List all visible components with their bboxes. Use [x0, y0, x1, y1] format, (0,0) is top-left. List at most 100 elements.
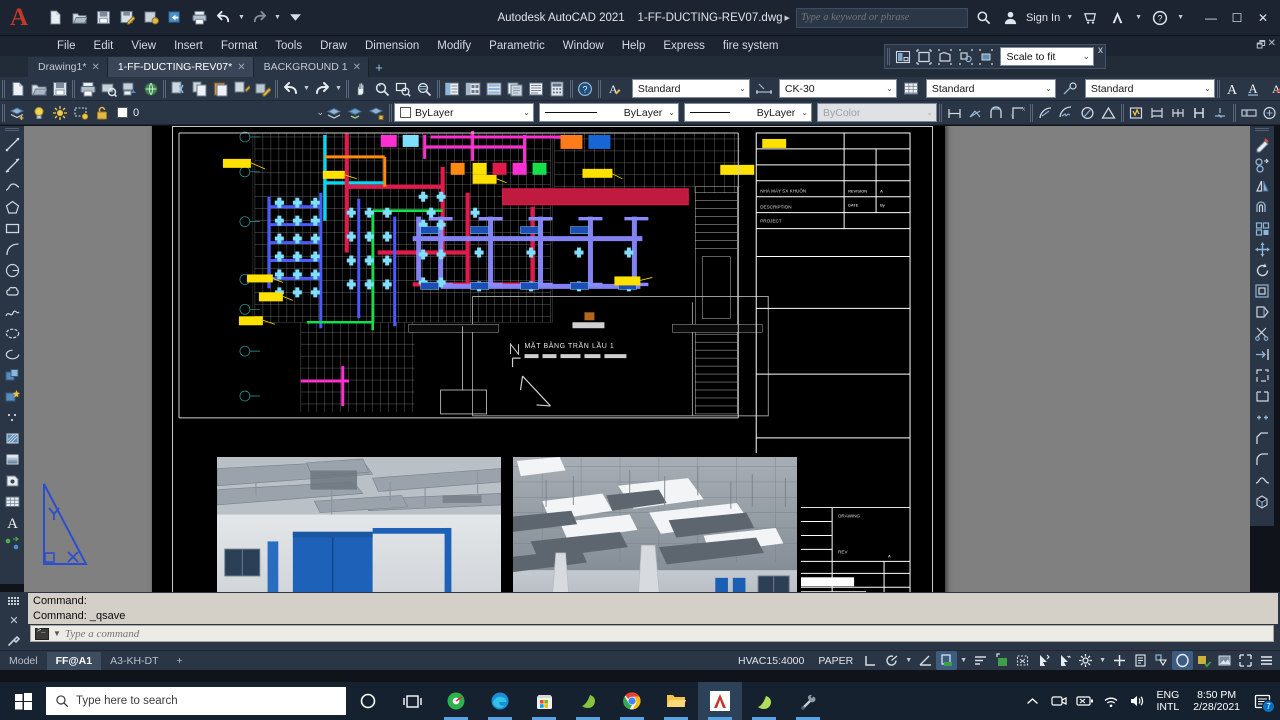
layer-on-off-icon[interactable]	[28, 102, 49, 124]
menu-format[interactable]: Format	[212, 38, 266, 54]
ordinate-dimension-icon[interactable]: XY	[1007, 102, 1028, 124]
quick-calc-icon[interactable]	[547, 78, 568, 100]
toolbar-grip[interactable]	[0, 103, 7, 122]
menu-dimension[interactable]: Dimension	[356, 38, 428, 54]
single-viewport-icon[interactable]	[914, 46, 934, 67]
edge-icon[interactable]	[478, 682, 522, 720]
multileader-style-select[interactable]: Standard ⌄	[1084, 79, 1215, 98]
units-icon[interactable]	[1151, 651, 1172, 670]
clean-screen-icon[interactable]	[1235, 651, 1256, 670]
add-selected-icon[interactable]	[1, 533, 23, 554]
chrome-icon[interactable]	[610, 682, 654, 720]
file-tab-background1[interactable]: BACKGROUND 1 ✕	[253, 57, 369, 77]
clock[interactable]: 8:50 PM 2/28/2021	[1186, 689, 1247, 713]
task-view-icon[interactable]	[390, 682, 434, 720]
help-dropdown-icon[interactable]: ▼	[1175, 14, 1186, 21]
pan-icon[interactable]	[351, 78, 372, 100]
autodesk-app-store-icon[interactable]	[1079, 6, 1102, 30]
autodesk-a-dropdown-icon[interactable]: ▼	[1133, 14, 1144, 21]
publish-icon[interactable]	[119, 78, 140, 100]
notification-center-icon[interactable]: 7	[1247, 682, 1277, 720]
plot-icon[interactable]	[77, 78, 98, 100]
tool-palettes-icon[interactable]	[484, 78, 505, 100]
dimension-style-icon[interactable]	[754, 78, 775, 100]
layer-lock-viewport-icon[interactable]	[70, 102, 91, 124]
customization-list-icon[interactable]	[1130, 651, 1151, 670]
explode-icon[interactable]	[1251, 491, 1273, 512]
sign-in-dropdown-icon[interactable]: ▼	[1064, 14, 1075, 21]
annotation-visibility-dropdown-icon[interactable]: ▼	[957, 657, 970, 664]
workspace-switching-icon[interactable]	[1075, 651, 1096, 670]
quick-dimension-icon[interactable]	[1126, 102, 1147, 124]
tolerance-icon[interactable]: 1	[1238, 102, 1259, 124]
infocenter-search[interactable]	[795, 7, 968, 28]
plot-icon[interactable]	[188, 6, 211, 30]
lock-ui-icon[interactable]	[1172, 651, 1193, 670]
block-editor-icon[interactable]	[252, 78, 273, 100]
taskbar-search[interactable]: Type here to search	[46, 687, 346, 715]
rotate-icon[interactable]	[1251, 260, 1273, 281]
restore-drawing-icon[interactable]: 🗗	[1256, 38, 1265, 55]
cortana-icon[interactable]	[346, 682, 390, 720]
ellipse-icon[interactable]	[1, 323, 23, 344]
paste-icon[interactable]	[210, 78, 231, 100]
join-icon[interactable]	[1251, 407, 1273, 428]
close-drawing-icon[interactable]: ✕	[1268, 38, 1276, 55]
text-style-select[interactable]: Standard ⌄	[631, 79, 750, 98]
isolate-objects-icon[interactable]	[1012, 651, 1033, 670]
dimension-space-icon[interactable]	[1189, 102, 1210, 124]
battery-icon[interactable]	[1072, 682, 1098, 720]
table-style-select[interactable]: Standard ⌄	[925, 79, 1056, 98]
microsoft-store-icon[interactable]	[522, 682, 566, 720]
redo-icon[interactable]	[248, 6, 271, 30]
spline-icon[interactable]	[1, 302, 23, 323]
point-icon[interactable]	[1, 407, 23, 428]
scale-icon[interactable]	[1251, 281, 1273, 302]
toolbar-grip[interactable]	[1255, 128, 1269, 133]
radius-dimension-icon[interactable]	[1035, 102, 1056, 124]
menu-modify[interactable]: Modify	[428, 38, 480, 54]
properties-icon[interactable]	[442, 78, 463, 100]
circle-icon[interactable]	[1, 260, 23, 281]
save-to-web-icon[interactable]	[164, 6, 187, 30]
trim-icon[interactable]	[1251, 323, 1273, 344]
annotation-monitor-icon[interactable]	[1054, 651, 1075, 670]
convert-object-to-viewport-icon[interactable]	[956, 46, 976, 67]
table-icon[interactable]	[1, 491, 23, 512]
close-icon[interactable]: ✕	[237, 62, 245, 73]
autodesk-a-icon[interactable]	[1106, 6, 1129, 30]
toolbar-grip[interactable]	[5, 128, 19, 133]
menu-insert[interactable]: Insert	[165, 38, 212, 54]
redo-dropdown-icon[interactable]: ▼	[272, 14, 283, 21]
drawing-canvas[interactable]: MẶT BẰNG TRẦN LẦU 1 NHÀ MÁY SX KHUÔN DES…	[24, 126, 1250, 592]
polar-tracking-icon[interactable]	[881, 651, 902, 670]
stretch-icon[interactable]	[1251, 302, 1273, 323]
3dprint-icon[interactable]	[140, 78, 161, 100]
diameter-dimension-icon[interactable]	[1077, 102, 1098, 124]
file-tab-ducting-rev07[interactable]: 1-FF-DUCTING-REV07* ✕	[107, 57, 254, 77]
camera-icon[interactable]	[1046, 682, 1072, 720]
annotation-scale-value[interactable]: HVAC15:4000	[731, 655, 811, 667]
menu-window[interactable]: Window	[554, 38, 613, 54]
file-explorer-icon[interactable]	[654, 682, 698, 720]
viewport-scale-select[interactable]: Scale to fit ⌄	[1000, 47, 1094, 66]
layer-control-select[interactable]: ⌄	[145, 103, 324, 122]
language-indicator[interactable]: ENG INTL	[1150, 689, 1187, 713]
mirror-icon[interactable]	[1251, 176, 1273, 197]
copy-object-icon[interactable]	[1251, 155, 1273, 176]
continue-dimension-icon[interactable]	[1168, 102, 1189, 124]
annotation-visibility-icon[interactable]	[936, 651, 958, 670]
region-icon[interactable]	[1, 470, 23, 491]
search-icon[interactable]	[972, 6, 995, 30]
chamfer-icon[interactable]	[1251, 428, 1273, 449]
wifi-icon[interactable]	[1098, 682, 1124, 720]
minimize-button[interactable]: —	[1198, 6, 1224, 30]
move-icon[interactable]	[1251, 239, 1273, 260]
menu-file[interactable]: File	[48, 38, 85, 54]
construction-line-icon[interactable]	[1, 155, 23, 176]
layer-properties-icon[interactable]	[7, 102, 28, 124]
save-icon[interactable]	[92, 6, 115, 30]
plot-preview-icon[interactable]	[98, 78, 119, 100]
dimension-break-icon[interactable]	[1210, 102, 1231, 124]
single-line-text-icon[interactable]: A	[1222, 78, 1243, 100]
